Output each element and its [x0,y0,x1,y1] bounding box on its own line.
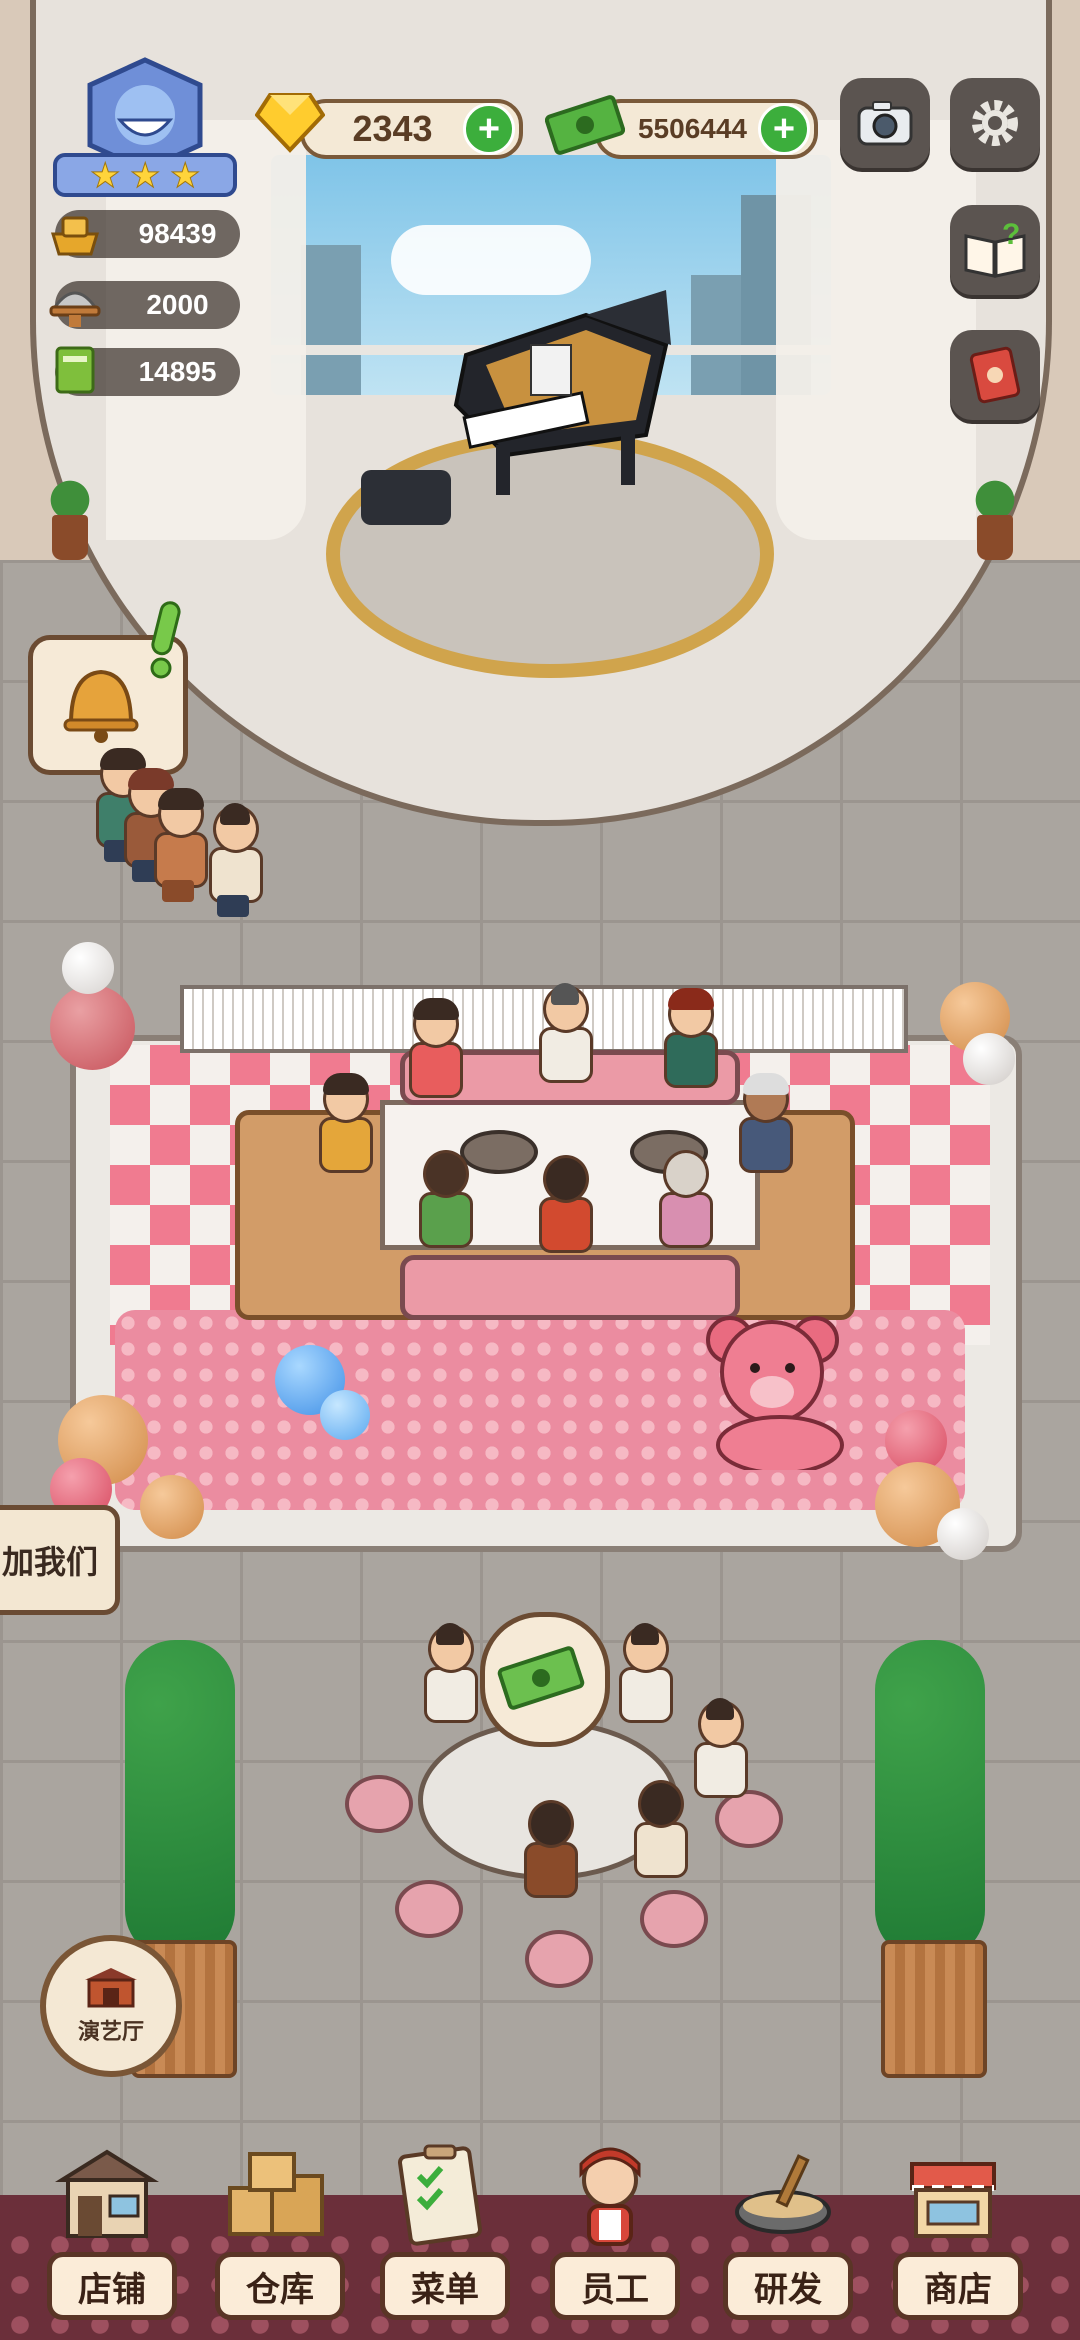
svg-text:?: ? [1002,220,1020,251]
chair [395,1880,463,1938]
chair [345,1775,413,1833]
payment-bubble[interactable] [480,1612,610,1747]
camera-button[interactable] [840,78,930,168]
diamond-value: 2343 [352,108,433,149]
restaurant-rank-badge[interactable]: ★ ★ ★ [50,55,240,205]
balloon [937,1508,989,1560]
diner [535,983,593,1095]
stat-gold-ingot: 98439 [50,210,240,258]
chair [640,1890,708,1948]
staff-girl-icon [579,2147,641,2246]
join-us-text: 加我们 [1,1544,98,1580]
help-book-icon: ? [964,220,1026,278]
hedge-planter-right [875,1640,987,2078]
exclamation-icon [150,601,181,679]
diamond-icon [255,93,325,153]
nav-menu[interactable]: 菜单 [375,2140,510,2330]
grand-piano[interactable] [446,285,676,505]
balloon [62,942,114,994]
diner [690,1698,748,1810]
diamond-counter: 2343 + [300,99,523,159]
gold-ingot-value: 98439 [138,218,217,249]
checklist-icon [397,2144,483,2246]
diner [535,1155,593,1265]
diner [315,1073,373,1185]
cooking-pot-icon [735,2154,831,2234]
cash-icon [545,95,625,155]
stat-recipe: 14895 [55,346,240,396]
market-stall-icon [910,2162,996,2238]
queue-customer[interactable] [150,788,208,902]
nav-label: 商店 [893,2252,1023,2320]
cash-bill-icon [497,1646,585,1710]
potted-plant-right [965,470,1025,560]
nav-staff[interactable]: 员工 [545,2140,680,2330]
balloon [50,985,135,1070]
svg-text:★: ★ [130,157,160,195]
add-cash-button[interactable]: + [758,103,810,155]
nav-label: 店铺 [47,2252,177,2320]
recipe-book-stat-icon [55,346,95,394]
piano-bench [361,470,451,525]
balloon [320,1390,370,1440]
potted-plant-left [40,470,100,560]
diner [520,1800,578,1910]
recipe-book-icon [969,346,1021,404]
nav-label: 仓库 [215,2252,345,2320]
performance-hall-label: 演艺厅 [77,2019,144,2044]
nav-label: 员工 [550,2252,680,2320]
diner [630,1780,688,1890]
svg-text:★: ★ [170,157,200,195]
game-scene[interactable]: ★ ★ ★ 2343 + 5506444 + 98439 2000 14895 … [0,0,1080,2340]
right-curtain [776,120,976,540]
gear-icon [972,100,1018,146]
nav-shop-building[interactable]: 店铺 [42,2140,177,2330]
add-diamond-button[interactable]: + [463,103,515,155]
diner [405,998,463,1110]
nav-label: 研发 [723,2252,853,2320]
diner [415,1150,473,1260]
diner [660,988,718,1100]
help-button[interactable]: ? [950,205,1040,295]
performance-hall-button[interactable]: 演艺厅 [40,1935,182,2077]
boxes-icon [228,2152,324,2236]
chair [525,1930,593,1988]
serving-tray-icon [49,291,101,327]
queue-customer[interactable] [205,803,263,917]
stat-serving: 2000 [49,281,240,329]
diner [420,1623,478,1735]
serving-value: 2000 [146,289,209,320]
svg-text:★: ★ [90,157,120,195]
cash-counter: 5506444 + [595,99,818,159]
nav-research[interactable]: 研发 [718,2140,853,2330]
camera-icon [857,101,913,146]
gold-ingot-icon [50,216,100,256]
nav-store[interactable]: 商店 [888,2140,1023,2330]
storefront-icon [55,2149,159,2238]
nav-warehouse[interactable]: 仓库 [210,2140,345,2330]
teddy-bear [706,1316,844,1470]
nav-label: 菜单 [380,2252,510,2320]
join-us-panel[interactable]: 加我们 [0,1505,120,1615]
diner [655,1150,713,1260]
balloon [140,1475,204,1539]
balloon [963,1033,1015,1085]
settings-button[interactable] [950,78,1040,168]
recipe-value: 14895 [138,356,217,387]
diner [735,1073,793,1185]
bell-icon [63,669,139,743]
theater-icon [85,1968,137,2008]
diner [615,1623,673,1735]
recipe-book-button[interactable] [950,330,1040,420]
